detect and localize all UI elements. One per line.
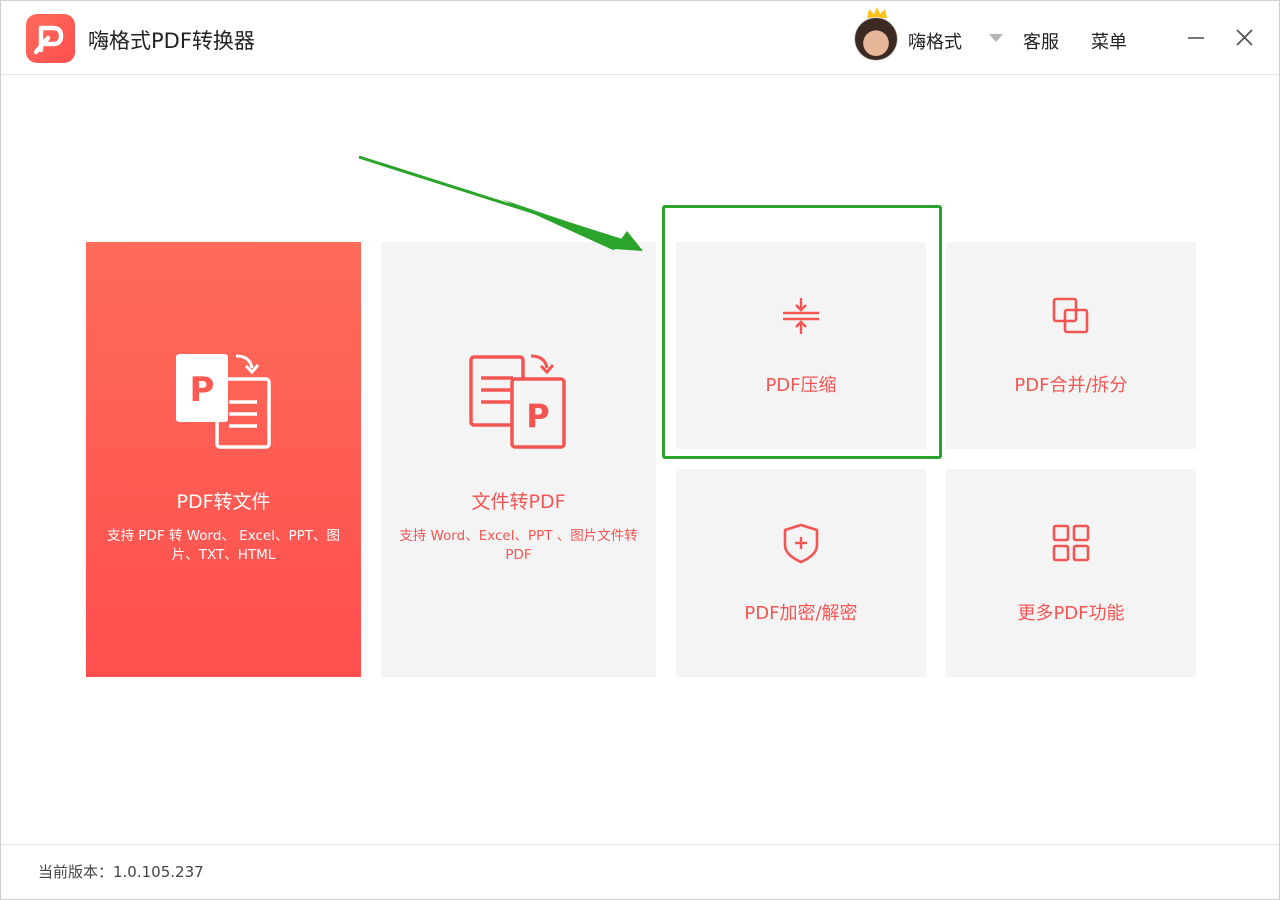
grid-icon (1049, 521, 1093, 565)
shield-icon (779, 521, 823, 565)
pdf-to-file-icon: P (174, 352, 274, 452)
card-title: PDF加密/解密 (744, 603, 858, 624)
card-pdf-to-file[interactable]: P PDF转文件 支持 PDF 转 Word、 Excel、PPT、图片、TXT… (86, 242, 361, 677)
card-title: 文件转PDF (471, 491, 566, 513)
card-pdf-merge-split[interactable]: PDF合并/拆分 (946, 242, 1196, 449)
compress-icon (779, 294, 823, 338)
card-description: 支持 PDF 转 Word、 Excel、PPT、图片、TXT、HTML (107, 528, 340, 563)
avatar[interactable] (854, 17, 898, 61)
card-pdf-compress[interactable]: PDF压缩 (676, 242, 926, 449)
card-title: 更多PDF功能 (1017, 603, 1125, 624)
version-label: 当前版本：1.0.105.237 (38, 863, 204, 881)
card-title: PDF合并/拆分 (1014, 375, 1128, 396)
app-title: 嗨格式PDF转换器 (88, 29, 255, 53)
card-description: 支持 Word、Excel、PPT 、图片文件转 PDF (399, 528, 638, 563)
app-window: 嗨格式PDF转换器 嗨格式 客服 菜单 P PDF转文件 支持 PDF 转 Wo… (0, 0, 1280, 900)
card-title: PDF转文件 (176, 491, 271, 513)
card-file-to-pdf[interactable]: P 文件转PDF 支持 Word、Excel、PPT 、图片文件转 PDF (381, 242, 656, 677)
footer: 当前版本：1.0.105.237 (1, 844, 1279, 899)
close-button[interactable] (1230, 23, 1260, 53)
svg-text:P: P (190, 370, 215, 410)
card-pdf-encrypt[interactable]: PDF加密/解密 (676, 469, 926, 677)
minimize-button[interactable] (1182, 23, 1212, 53)
file-to-pdf-icon: P (469, 352, 569, 452)
close-icon (1236, 29, 1253, 46)
card-title: PDF压缩 (765, 375, 837, 396)
minimize-icon (1188, 37, 1204, 39)
merge-icon (1049, 294, 1093, 338)
username[interactable]: 嗨格式 (908, 28, 962, 54)
support-button[interactable]: 客服 (1023, 28, 1059, 54)
title-bar: 嗨格式PDF转换器 嗨格式 客服 菜单 (1, 1, 1279, 75)
svg-text:P: P (526, 397, 549, 435)
menu-button[interactable]: 菜单 (1091, 28, 1127, 54)
chevron-down-icon[interactable] (989, 34, 1003, 42)
pdf-logo-icon (26, 14, 75, 63)
card-more-functions[interactable]: 更多PDF功能 (946, 469, 1196, 677)
